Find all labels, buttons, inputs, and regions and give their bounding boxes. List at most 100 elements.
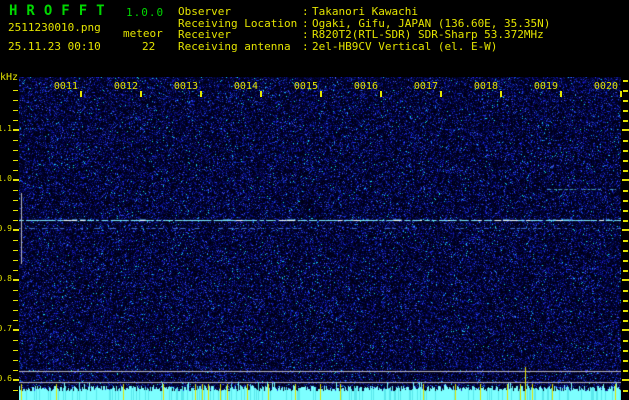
freq-minor-tick <box>13 240 18 241</box>
freq-minor-tick <box>13 150 18 151</box>
freq-major-tick <box>13 329 19 331</box>
freq-label: 1.0 <box>0 174 12 183</box>
observation-datetime: 25.11.23 00:10 <box>8 40 101 53</box>
time-label: 0014 <box>233 81 258 92</box>
freq-minor-tick <box>13 210 18 211</box>
freq-minor-tick <box>13 290 18 291</box>
time-label: 0012 <box>113 81 138 92</box>
freq-minor-tick-right <box>623 220 628 222</box>
hrofft-output-screen: HROFFT 1.0.0 2511230010.png meteor 25.11… <box>0 0 629 400</box>
minute-tick <box>200 91 202 97</box>
time-label: 0016 <box>353 81 378 92</box>
minute-tick <box>440 91 442 97</box>
freq-minor-tick-right <box>623 240 628 242</box>
freq-minor-tick-right <box>623 340 628 342</box>
freq-minor-tick-right <box>623 100 628 102</box>
freq-minor-tick <box>13 370 18 371</box>
minute-tick <box>320 91 322 97</box>
freq-minor-tick-right <box>623 270 628 272</box>
freq-label: 0.7 <box>0 324 12 333</box>
freq-minor-tick-right <box>623 260 628 262</box>
freq-minor-tick <box>13 170 18 171</box>
freq-minor-tick-right <box>623 360 628 362</box>
freq-minor-tick-right <box>623 370 628 372</box>
freq-minor-tick-right <box>623 300 628 302</box>
time-label: 0018 <box>473 81 498 92</box>
minute-tick <box>80 91 82 97</box>
info-row-antenna: Receiving antenna:2el-HB9CV Vertical (el… <box>178 39 498 53</box>
minute-tick <box>620 91 622 97</box>
freq-minor-tick-right <box>623 310 628 312</box>
freq-major-tick <box>13 279 19 281</box>
frequency-unit-label: kHz <box>0 72 19 83</box>
freq-minor-tick-right <box>623 160 628 162</box>
freq-major-tick-right <box>622 279 629 281</box>
minute-tick <box>260 91 262 97</box>
freq-minor-tick <box>13 90 18 91</box>
freq-minor-tick <box>13 260 18 261</box>
freq-major-tick <box>13 179 19 181</box>
freq-minor-tick-right <box>623 390 628 392</box>
freq-minor-tick <box>13 140 18 141</box>
freq-minor-tick-right <box>623 320 628 322</box>
minute-tick <box>560 91 562 97</box>
freq-minor-tick <box>13 320 18 321</box>
observation-info: Observer: Takanori Kawachi Receiving Loca… <box>178 6 550 52</box>
time-label: 0020 <box>593 81 618 92</box>
freq-minor-tick <box>13 190 18 191</box>
freq-label: 0.9 <box>0 224 12 233</box>
freq-major-tick-right <box>622 129 629 131</box>
freq-major-tick-right <box>622 379 629 381</box>
freq-minor-tick-right <box>623 140 628 142</box>
freq-minor-tick-right <box>623 80 628 82</box>
time-label: 0017 <box>413 81 438 92</box>
freq-minor-tick-right <box>623 350 628 352</box>
freq-major-tick <box>13 379 19 381</box>
mode-label: meteor <box>123 27 163 40</box>
minute-tick <box>500 91 502 97</box>
app-version: 1.0.0 <box>126 6 165 19</box>
freq-minor-tick <box>13 270 18 271</box>
freq-minor-tick-right <box>623 120 628 122</box>
freq-major-tick <box>13 229 19 231</box>
freq-major-tick-right <box>622 329 629 331</box>
app-title: HROFFT <box>9 3 114 19</box>
freq-minor-tick-right <box>623 210 628 212</box>
spectrogram-canvas <box>19 77 621 400</box>
freq-minor-tick-right <box>623 90 628 92</box>
freq-minor-tick <box>13 390 18 391</box>
freq-minor-tick <box>13 360 18 361</box>
freq-minor-tick <box>13 250 18 251</box>
freq-label: 1.1 <box>0 124 12 133</box>
freq-label: 0.8 <box>0 274 12 283</box>
freq-minor-tick <box>13 110 18 111</box>
time-label: 0013 <box>173 81 198 92</box>
freq-minor-tick <box>13 340 18 341</box>
freq-major-tick-right <box>622 179 629 181</box>
freq-minor-tick <box>13 220 18 221</box>
freq-minor-tick-right <box>623 290 628 292</box>
freq-minor-tick <box>13 350 18 351</box>
freq-minor-tick-right <box>623 190 628 192</box>
freq-minor-tick <box>13 310 18 311</box>
freq-minor-tick <box>13 160 18 161</box>
freq-label: 0.6 <box>0 374 12 383</box>
freq-minor-tick-right <box>623 150 628 152</box>
freq-minor-tick <box>13 200 18 201</box>
freq-minor-tick <box>13 100 18 101</box>
freq-minor-tick-right <box>623 250 628 252</box>
meteor-count: 22 <box>142 40 156 53</box>
freq-minor-tick <box>13 300 18 301</box>
time-label: 0015 <box>293 81 318 92</box>
freq-minor-tick <box>13 120 18 121</box>
freq-major-tick <box>13 129 19 131</box>
output-filename: 2511230010.png <box>8 21 101 34</box>
freq-minor-tick-right <box>623 110 628 112</box>
minute-tick <box>140 91 142 97</box>
time-label: 0011 <box>53 81 78 92</box>
minute-tick <box>380 91 382 97</box>
freq-minor-tick-right <box>623 170 628 172</box>
time-label: 0019 <box>533 81 558 92</box>
freq-minor-tick-right <box>623 200 628 202</box>
freq-major-tick-right <box>622 229 629 231</box>
